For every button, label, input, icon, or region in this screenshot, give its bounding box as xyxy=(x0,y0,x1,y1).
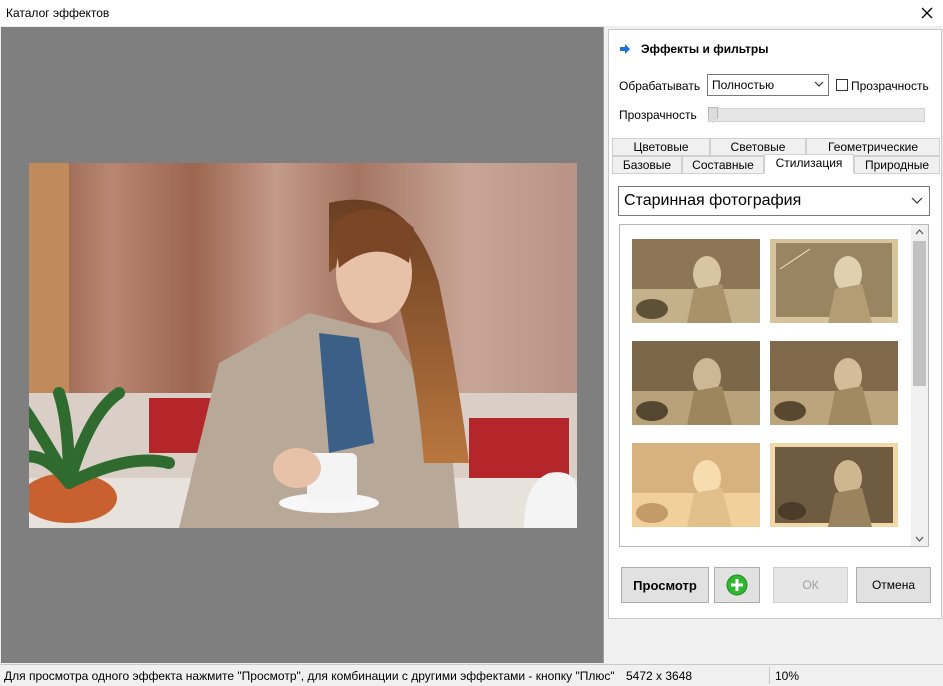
tab-basic[interactable]: Базовые xyxy=(612,156,682,174)
arrow-right-icon xyxy=(620,44,630,54)
effect-gallery xyxy=(619,224,929,547)
status-bar: Для просмотра одного эффекта нажмите "Пр… xyxy=(0,664,943,686)
effect-thumbnail[interactable] xyxy=(632,341,760,425)
effect-thumbnail[interactable] xyxy=(770,443,898,527)
close-icon xyxy=(921,7,933,19)
transparency-slider[interactable] xyxy=(708,107,925,123)
effect-category-tabs: Цветовые Световые Геометрические Базовые… xyxy=(612,138,940,178)
scrollbar-thumb[interactable] xyxy=(913,241,926,386)
close-button[interactable] xyxy=(911,0,943,26)
preview-photo xyxy=(29,163,577,528)
preview-area xyxy=(1,27,604,663)
status-separator xyxy=(769,667,770,684)
process-select-value: Полностью xyxy=(712,78,775,92)
slider-handle[interactable] xyxy=(708,107,718,123)
chevron-down-icon xyxy=(911,197,923,204)
plus-icon xyxy=(726,574,748,596)
status-resolution: 5472 x 3648 xyxy=(626,669,693,683)
process-label: Обрабатывать xyxy=(619,79,701,93)
effect-select-value: Старинная фотография xyxy=(624,192,802,209)
panel-title: Эффекты и фильтры xyxy=(641,42,769,56)
status-hint: Для просмотра одного эффекта нажмите "Пр… xyxy=(4,669,615,683)
cancel-button[interactable]: Отмена xyxy=(856,567,931,603)
effect-thumbnail[interactable] xyxy=(770,239,898,323)
effect-select[interactable]: Старинная фотография xyxy=(618,186,930,216)
window-title: Каталог эффектов xyxy=(6,6,110,20)
tab-color[interactable]: Цветовые xyxy=(612,138,710,156)
title-bar: Каталог эффектов xyxy=(0,0,943,26)
tab-composite[interactable]: Составные xyxy=(682,156,764,174)
effects-panel: Эффекты и фильтры Обрабатывать Полностью… xyxy=(606,27,942,663)
status-zoom: 10% xyxy=(775,669,800,683)
transparency-checkbox-label: Прозрачность xyxy=(851,79,929,93)
process-select[interactable]: Полностью xyxy=(707,74,829,96)
tab-natural[interactable]: Природные xyxy=(854,156,940,174)
effect-thumbnail[interactable] xyxy=(632,443,760,527)
chevron-up-icon[interactable] xyxy=(915,229,924,235)
transparency-slider-label: Прозрачность xyxy=(619,108,697,122)
transparency-checkbox[interactable] xyxy=(836,79,848,91)
effect-thumbnail[interactable] xyxy=(632,239,760,323)
preview-button[interactable]: Просмотр xyxy=(621,567,709,603)
effect-thumbnail[interactable] xyxy=(770,341,898,425)
effects-panel-box: Эффекты и фильтры Обрабатывать Полностью… xyxy=(608,29,942,619)
tab-stylization[interactable]: Стилизация xyxy=(764,154,854,174)
chevron-down-icon xyxy=(814,81,824,87)
gallery-scrollbar[interactable] xyxy=(911,225,928,546)
plus-button[interactable] xyxy=(714,567,760,603)
panel-header: Эффекты и фильтры xyxy=(619,42,769,56)
chevron-down-icon[interactable] xyxy=(915,536,924,542)
ok-button[interactable]: ОК xyxy=(773,567,848,603)
